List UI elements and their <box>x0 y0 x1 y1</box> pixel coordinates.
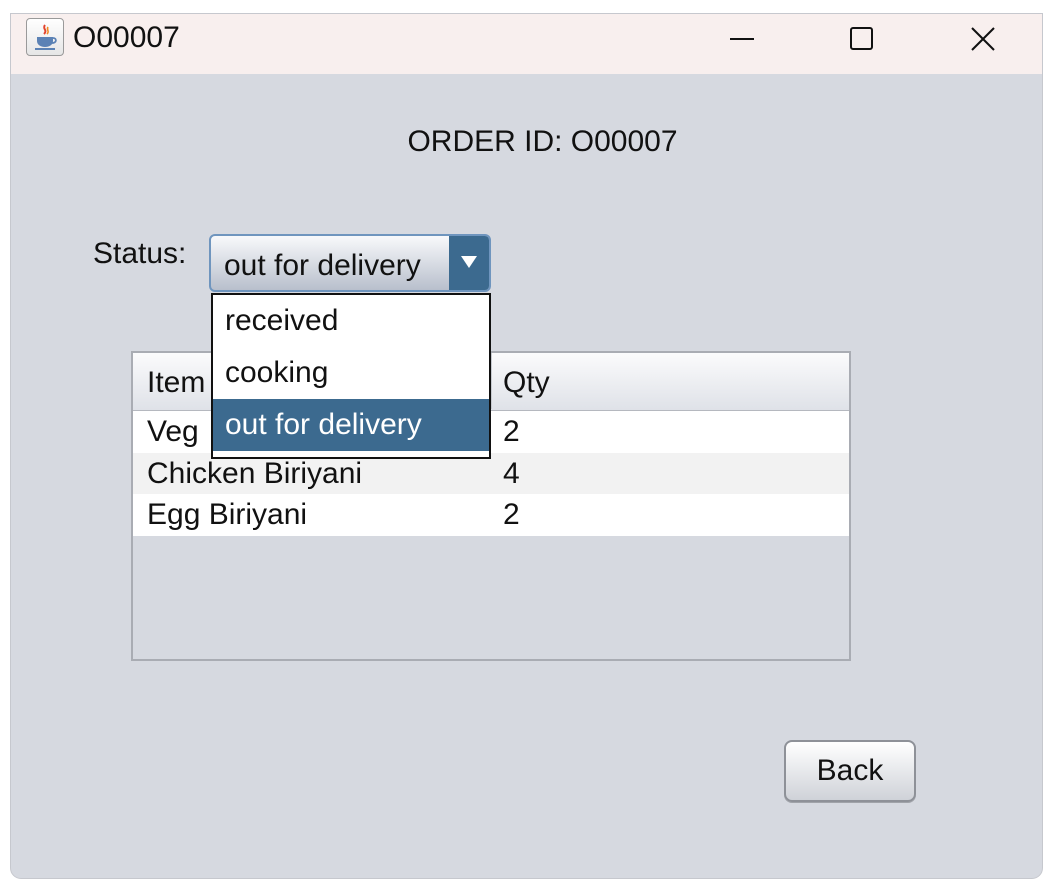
status-dropdown-value: out for delivery <box>224 249 421 282</box>
order-window: O00007 ORDER ID: O00007 Status: out for … <box>11 14 1042 878</box>
window-title: O00007 <box>73 21 180 54</box>
back-button[interactable]: Back <box>784 740 916 802</box>
minimize-button[interactable] <box>681 14 801 62</box>
chevron-down-icon <box>461 256 477 268</box>
column-divider[interactable] <box>491 353 492 409</box>
status-label: Status: <box>93 237 187 270</box>
title-bar: O00007 <box>11 14 1042 74</box>
status-options-popup: received cooking out for delivery <box>211 293 491 459</box>
cell-item: Veg <box>147 415 199 448</box>
maximize-button[interactable] <box>801 14 921 62</box>
cell-qty: 4 <box>503 456 520 490</box>
status-option-received[interactable]: received <box>213 295 489 347</box>
maximize-icon <box>850 27 873 50</box>
column-header-item[interactable]: Item <box>147 365 205 401</box>
status-option-cooking[interactable]: cooking <box>213 347 489 399</box>
java-cup-icon <box>26 18 64 56</box>
column-header-qty[interactable]: Qty <box>503 365 550 401</box>
dropdown-arrow-button[interactable] <box>449 236 489 290</box>
order-id-heading: ORDER ID: O00007 <box>407 125 678 158</box>
close-button[interactable] <box>922 14 1042 62</box>
cell-item: Egg Biriyani <box>147 498 308 531</box>
status-option-out-for-delivery[interactable]: out for delivery <box>213 399 489 451</box>
table-row[interactable]: Egg Biriyani 2 <box>133 494 849 536</box>
cell-qty: 2 <box>503 498 520 531</box>
cell-item: Chicken Biriyani <box>147 456 363 490</box>
status-dropdown[interactable]: out for delivery <box>209 234 491 292</box>
cell-qty: 2 <box>503 415 520 448</box>
minimize-icon <box>730 38 754 40</box>
close-icon <box>971 27 995 51</box>
